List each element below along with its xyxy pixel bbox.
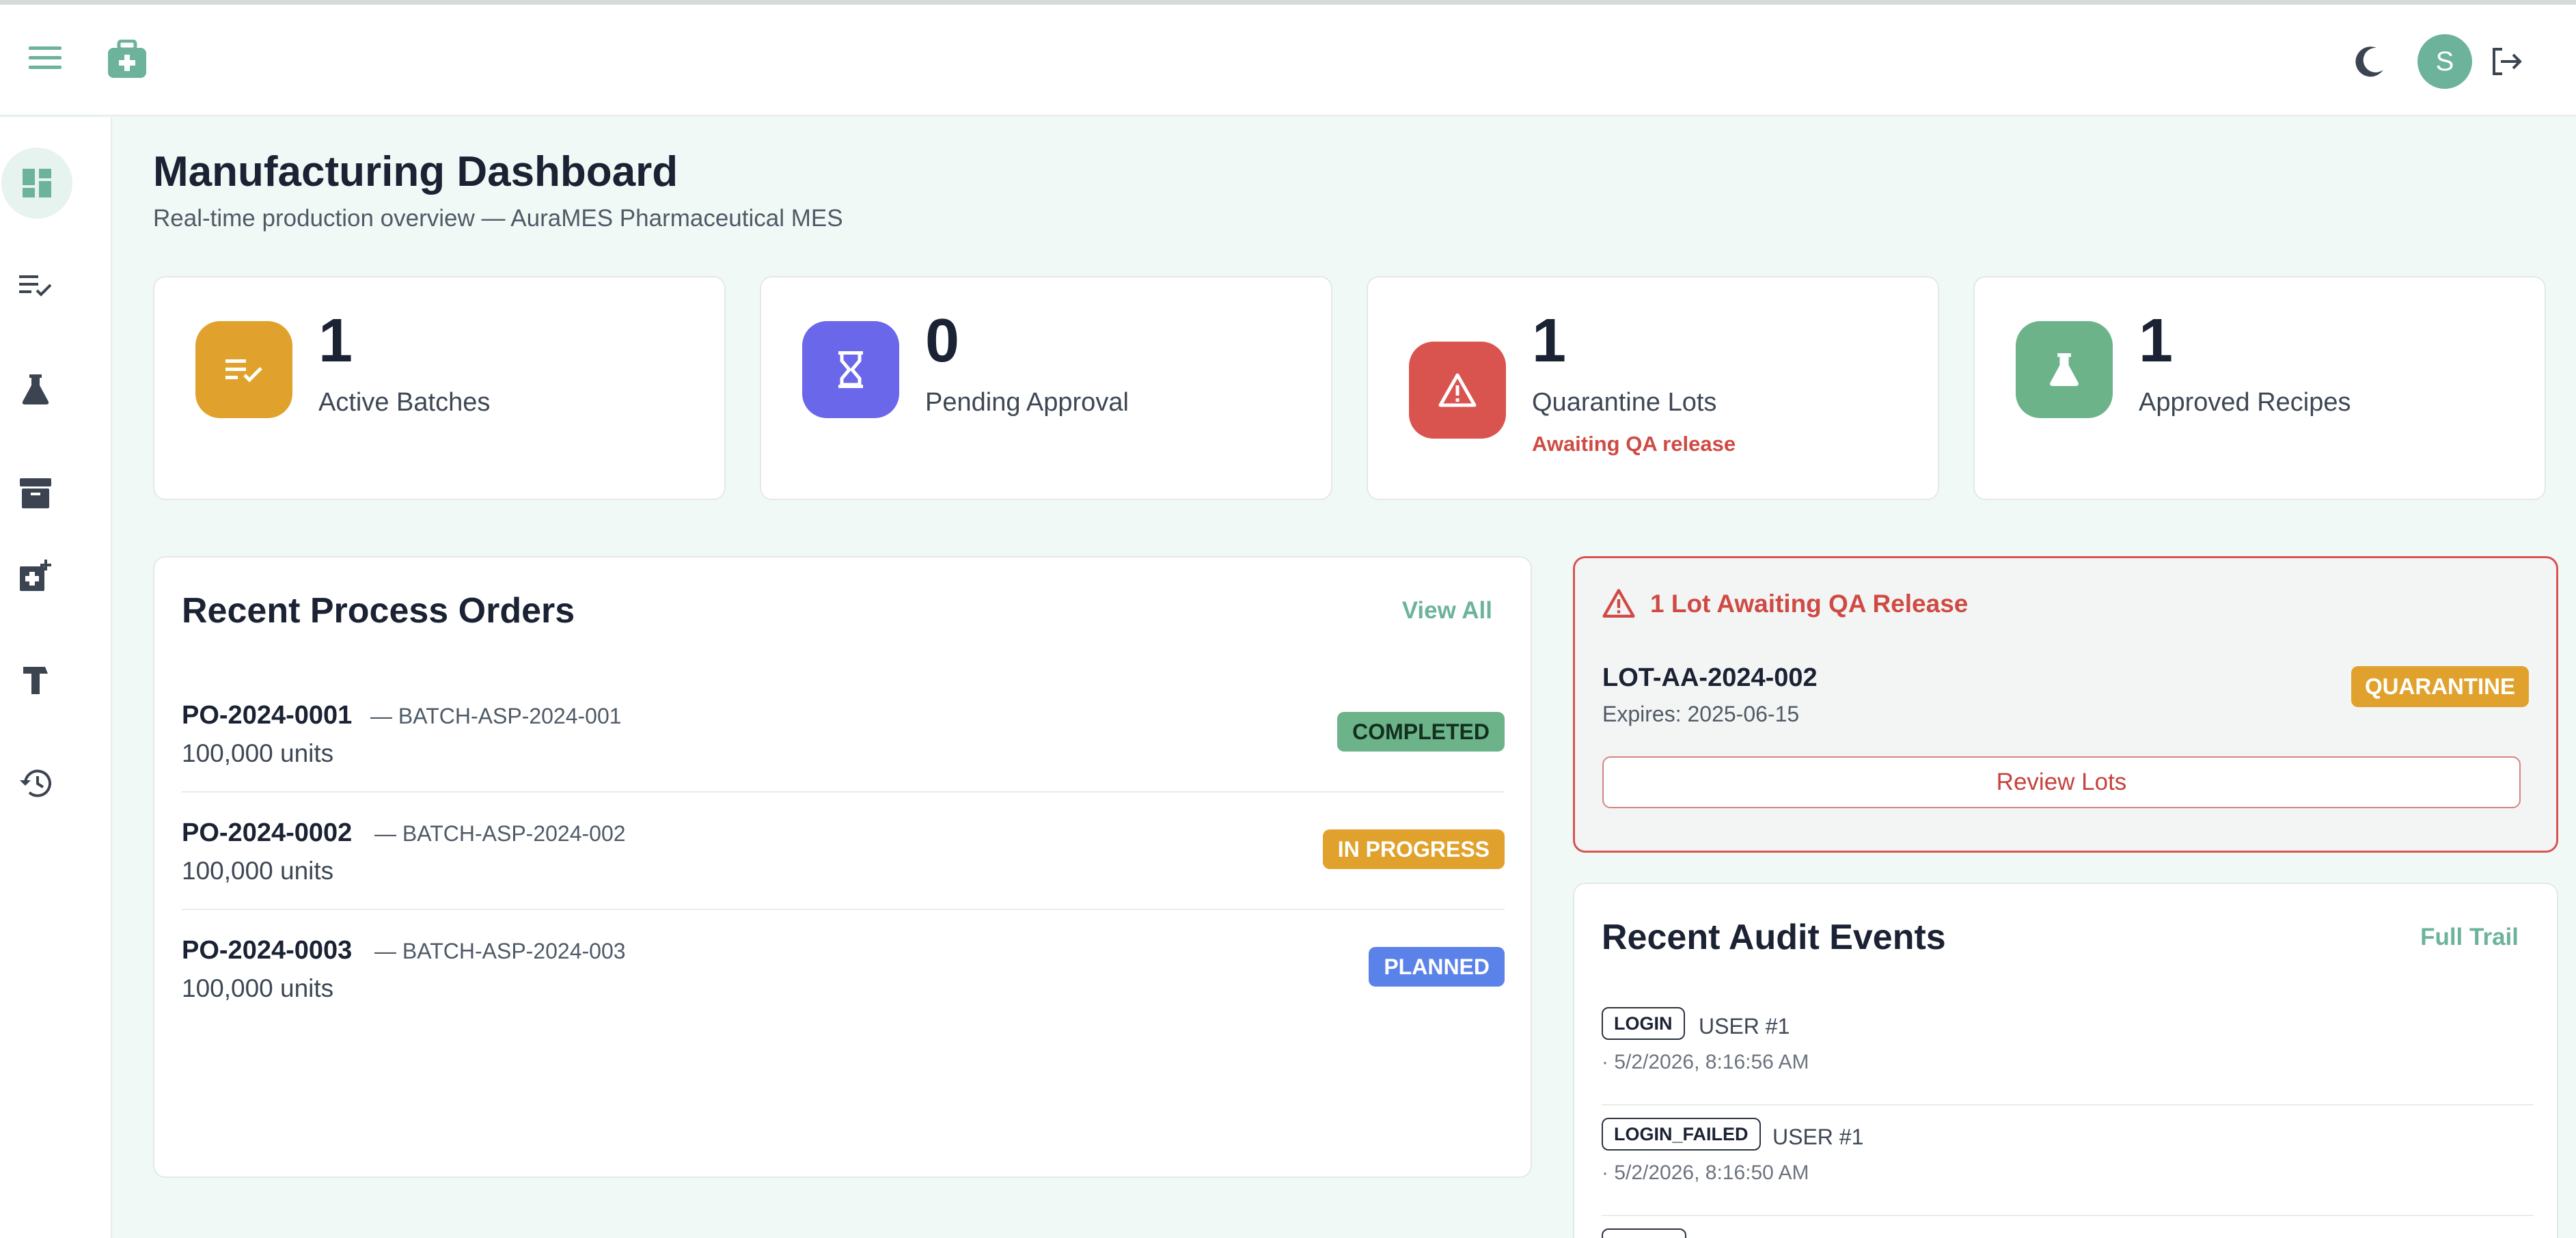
- divider: [1602, 1215, 2534, 1216]
- top-stripe: [0, 0, 2576, 5]
- review-lots-button[interactable]: Review Lots: [1602, 756, 2521, 808]
- full-trail-link[interactable]: Full Trail: [2420, 924, 2519, 951]
- status-badge: QUARANTINE: [2351, 666, 2529, 707]
- alert-title: 1 Lot Awaiting QA Release: [1650, 590, 1969, 618]
- kpi-label: Pending Approval: [925, 388, 1129, 417]
- po-batch: — BATCH-ASP-2024-001: [370, 704, 622, 728]
- sidebar-item-materials[interactable]: [0, 540, 71, 611]
- audit-action-chip: LOGIN_FAILED: [1602, 1118, 1761, 1151]
- po-id: PO-2024-0001: [182, 701, 353, 730]
- sidebar-item-process-orders[interactable]: [0, 250, 71, 321]
- hammer-icon: [23, 667, 48, 694]
- kpi-note: Awaiting QA release: [1532, 432, 1736, 456]
- po-id: PO-2024-0002: [182, 819, 353, 847]
- po-batch: — BATCH-ASP-2024-002: [374, 821, 626, 846]
- table-row[interactable]: PO-2024-0003 — BATCH-ASP-2024-003 100,00…: [182, 909, 1505, 1026]
- po-batch: — BATCH-ASP-2024-003: [374, 939, 626, 963]
- audit-action-chip: [1602, 1228, 1686, 1238]
- checklist-icon: [195, 321, 292, 418]
- kpi-card-active-batches[interactable]: 1 Active Batches: [153, 276, 726, 500]
- po-quantity: 100,000 units: [182, 974, 334, 1002]
- audit-user: USER #1: [1772, 1125, 1864, 1149]
- audit-timestamp: · 5/2/2026, 8:16:50 AM: [1602, 1161, 1809, 1184]
- sidebar-item-dashboard[interactable]: [1, 148, 72, 219]
- history-icon: [20, 769, 51, 797]
- page-title: Manufacturing Dashboard: [153, 148, 679, 195]
- kpi-label: Approved Recipes: [2139, 388, 2351, 417]
- po-quantity: 100,000 units: [182, 857, 334, 885]
- medical-add-icon: [20, 560, 51, 591]
- avatar[interactable]: S: [2417, 34, 2472, 89]
- sidebar-item-recipes[interactable]: [0, 354, 71, 425]
- card-title: Recent Process Orders: [182, 591, 575, 631]
- kpi-value: 1: [318, 307, 353, 375]
- page-subtitle: Real-time production overview — AuraMES …: [153, 205, 843, 232]
- hourglass-icon: [802, 321, 899, 418]
- top-app-bar: S: [0, 0, 2576, 116]
- sidebar-item-audit-trail[interactable]: [0, 747, 71, 819]
- sidebar-item-equipment[interactable]: [0, 644, 71, 715]
- checklist-icon: [19, 275, 52, 297]
- divider: [1602, 1104, 2534, 1105]
- card-title: Recent Audit Events: [1602, 918, 1946, 957]
- status-badge: PLANNED: [1369, 947, 1505, 987]
- po-id: PO-2024-0003: [182, 936, 353, 965]
- recent-process-orders-card: Recent Process Orders View All PO-2024-0…: [153, 556, 1532, 1178]
- moon-icon[interactable]: [2351, 42, 2389, 81]
- audit-user: USER #1: [1699, 1014, 1790, 1038]
- sidebar-item-inventory[interactable]: [0, 458, 71, 529]
- audit-action-chip: LOGIN: [1602, 1007, 1685, 1040]
- kpi-value: 1: [1532, 307, 1567, 375]
- warning-icon: [1409, 342, 1506, 439]
- warning-icon: [1602, 589, 1635, 618]
- table-row[interactable]: PO-2024-0002 — BATCH-ASP-2024-002 100,00…: [182, 791, 1505, 909]
- table-row[interactable]: PO-2024-0001 — BATCH-ASP-2024-001 100,00…: [182, 674, 1505, 791]
- status-badge: COMPLETED: [1337, 712, 1505, 752]
- kpi-label: Quarantine Lots: [1532, 388, 1717, 417]
- kpi-value: 0: [925, 307, 960, 375]
- main-content: Manufacturing Dashboard Real-time produc…: [113, 118, 2576, 1238]
- kpi-card-quarantine-lots[interactable]: 1 Quarantine Lots Awaiting QA release: [1367, 276, 1939, 500]
- kpi-label: Active Batches: [318, 388, 491, 417]
- archive-icon: [20, 478, 51, 508]
- lot-expiry: Expires: 2025-06-15: [1602, 702, 1800, 726]
- medical-kit-icon[interactable]: [107, 39, 148, 79]
- status-badge: IN PROGRESS: [1322, 829, 1505, 869]
- kpi-card-pending-approval[interactable]: 0 Pending Approval: [760, 276, 1332, 500]
- view-all-link[interactable]: View All: [1402, 597, 1492, 624]
- logout-icon[interactable]: [2489, 45, 2524, 78]
- audit-timestamp: · 5/2/2026, 8:16:56 AM: [1602, 1051, 1809, 1073]
- flask-icon: [2016, 321, 2113, 418]
- dashboard-icon: [23, 169, 51, 197]
- menu-icon[interactable]: [26, 42, 64, 74]
- kpi-card-approved-recipes[interactable]: 1 Approved Recipes: [1973, 276, 2546, 500]
- lot-id: LOT-AA-2024-002: [1602, 663, 1818, 692]
- qa-release-alert: 1 Lot Awaiting QA Release LOT-AA-2024-00…: [1573, 556, 2558, 853]
- po-quantity: 100,000 units: [182, 739, 334, 767]
- flask-icon: [22, 374, 49, 404]
- kpi-value: 1: [2139, 307, 2174, 375]
- sidebar: [0, 118, 112, 1238]
